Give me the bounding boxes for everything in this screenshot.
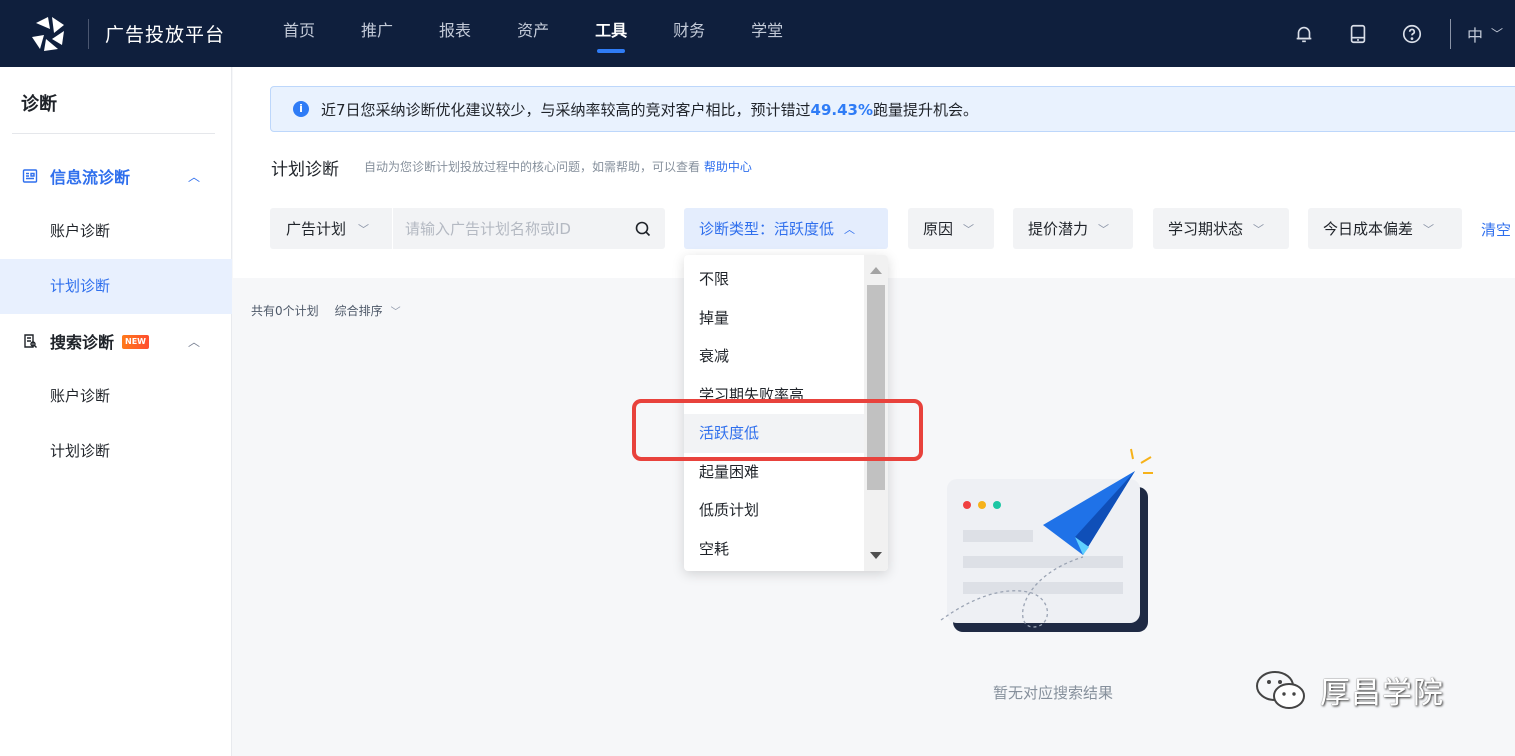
chevron-down-icon: ﹀ [1253,222,1265,236]
chevron-down-icon: ﹀ [390,307,401,318]
diagnosis-type-value: 诊断类型：活跃度低 [699,220,835,238]
nav-promotion[interactable]: 推广 [361,0,393,67]
dropdown-option-low-quality[interactable]: 低质计划 [684,491,864,530]
diagnosis-type-filter[interactable]: 诊断类型：活跃度低 ︿ [684,208,888,249]
bid-potential-filter-label: 提价潜力 [1028,220,1089,238]
sidebar-group-search-diagnosis[interactable]: 搜索诊断 NEW ︿ [0,321,232,361]
reason-filter-label: 原因 [923,220,954,238]
tablet-icon[interactable] [1346,22,1370,46]
sidebar-item-feed-plan-diagnosis[interactable]: 计划诊断 [0,259,232,314]
reason-filter[interactable]: 原因 ﹀ [908,208,994,249]
sidebar-group-label: 信息流诊断 [50,168,131,187]
wechat-icon [1256,671,1305,709]
watermark-text: 厚昌学院 [1320,676,1444,711]
main-nav: 首页 推广 报表 资产 工具 财务 学堂 [283,0,829,67]
platform-logo-icon[interactable] [28,13,70,55]
chevron-up-icon: ︿ [188,169,201,184]
help-icon[interactable] [1400,22,1424,46]
watermark: 厚昌学院 [1254,668,1444,712]
top-right-tools: 中 ﹀ [1262,0,1515,67]
nav-home[interactable]: 首页 [283,0,315,67]
feed-icon [22,169,38,183]
nav-assets[interactable]: 资产 [517,0,549,67]
cost-deviation-filter[interactable]: 今日成本偏差 ﹀ [1308,208,1462,249]
topbar-divider [1450,18,1451,49]
list-toolbar: 共有0个计划 综合排序 ﹀ [251,302,401,319]
learning-status-filter-label: 学习期状态 [1168,220,1244,238]
language-switcher[interactable]: 中 ﹀ [1467,22,1515,46]
sidebar-group-feed-diagnosis[interactable]: 信息流诊断 ︿ [0,156,232,196]
top-nav-bar: 广告投放平台 首页 推广 报表 资产 工具 财务 学堂 中 ﹀ [0,0,1515,67]
scroll-up-arrow-icon[interactable] [870,267,882,274]
sidebar-item-search-account-diagnosis[interactable]: 账户诊断 [0,369,232,424]
notice-text: 近7日您采纳诊断优化建议较少，与采纳率较高的竞对客户相比，预计错过49.43%跑… [321,99,978,120]
plan-count: 共有0个计划 [251,304,319,318]
nav-reports[interactable]: 报表 [439,0,471,67]
bid-potential-filter[interactable]: 提价潜力 ﹀ [1013,208,1133,249]
brand-title: 广告投放平台 [105,24,226,46]
sidebar-divider [12,133,215,134]
plan-search-input[interactable] [393,208,618,249]
new-badge: NEW [122,335,149,349]
nav-tools[interactable]: 工具 [595,0,627,67]
dropdown-option-volume-drop[interactable]: 掉量 [684,299,864,338]
search-doc-icon [24,334,37,348]
sidebar-item-search-plan-diagnosis[interactable]: 计划诊断 [0,424,232,479]
search-icon[interactable] [634,220,652,238]
empty-state-text: 暂无对应搜索结果 [993,684,1114,702]
chevron-down-icon: ﹀ [1423,222,1435,236]
plan-search-combo: 广告计划 ﹀ [270,208,665,249]
filter-panel: i 近7日您采纳诊断优化建议较少，与采纳率较高的竞对客户相比，预计错过49.43… [233,67,1515,278]
scroll-down-arrow-icon[interactable] [870,552,882,559]
notice-banner: i 近7日您采纳诊断优化建议较少，与采纳率较高的竞对客户相比，预计错过49.43… [270,86,1515,132]
page-title: 计划诊断 [271,160,339,180]
chevron-down-icon: ﹀ [358,222,370,236]
sidebar: 诊断 信息流诊断 ︿ 账户诊断 计划诊断 搜索诊断 NEW ︿ 账户诊断 计划诊… [0,67,232,756]
notice-highlight-percent: 49.43% [810,100,874,119]
bell-icon[interactable] [1292,22,1316,46]
help-center-link[interactable]: 帮助中心 [704,160,752,174]
chevron-up-icon: ︿ [188,334,201,349]
sidebar-item-feed-account-diagnosis[interactable]: 账户诊断 [0,204,232,259]
dropdown-option-idle-spend[interactable]: 空耗 [684,530,864,569]
info-icon: i [293,101,309,117]
sort-select[interactable]: 综合排序 ﹀ [335,302,401,319]
page-description-text: 自动为您诊断计划投放过程中的核心问题，如需帮助，可以查看 [364,160,701,174]
chevron-up-icon: ︿ [844,222,856,236]
dropdown-option-unlimited[interactable]: 不限 [684,260,864,299]
language-label: 中 [1467,25,1484,45]
notice-text-before: 近7日您采纳诊断优化建议较少，与采纳率较高的竞对客户相比，预计错过 [321,100,811,119]
selection-highlight-annotation [632,399,923,461]
empty-state-paper-plane-icon [940,448,1153,632]
sort-select-value: 综合排序 [334,304,383,318]
nav-academy[interactable]: 学堂 [751,0,783,67]
sidebar-group-label: 搜索诊断 [50,333,115,352]
clear-filters-link[interactable]: 清空 [1481,219,1511,240]
learning-status-filter[interactable]: 学习期状态 ﹀ [1153,208,1289,249]
nav-finance[interactable]: 财务 [673,0,705,67]
filter-bar: 广告计划 ﹀ 诊断类型：活跃度低 ︿ 原因 ﹀ 提价潜力 ﹀ 学习期状态 ﹀ [270,208,1515,249]
page-description: 自动为您诊断计划投放过程中的核心问题，如需帮助，可以查看 帮助中心 [364,158,752,175]
chevron-down-icon: ﹀ [963,222,975,236]
sidebar-title: 诊断 [21,94,57,115]
cost-deviation-filter-label: 今日成本偏差 [1323,220,1414,238]
scope-select-value: 广告计划 [286,220,347,238]
notice-text-after: 跑量提升机会。 [873,100,979,119]
dropdown-option-decline[interactable]: 衰减 [684,337,864,376]
chevron-down-icon: ﹀ [1098,222,1110,236]
scope-select[interactable]: 广告计划 ﹀ [270,208,393,249]
chevron-down-icon: ﹀ [1491,27,1504,41]
logo-divider [88,18,89,49]
